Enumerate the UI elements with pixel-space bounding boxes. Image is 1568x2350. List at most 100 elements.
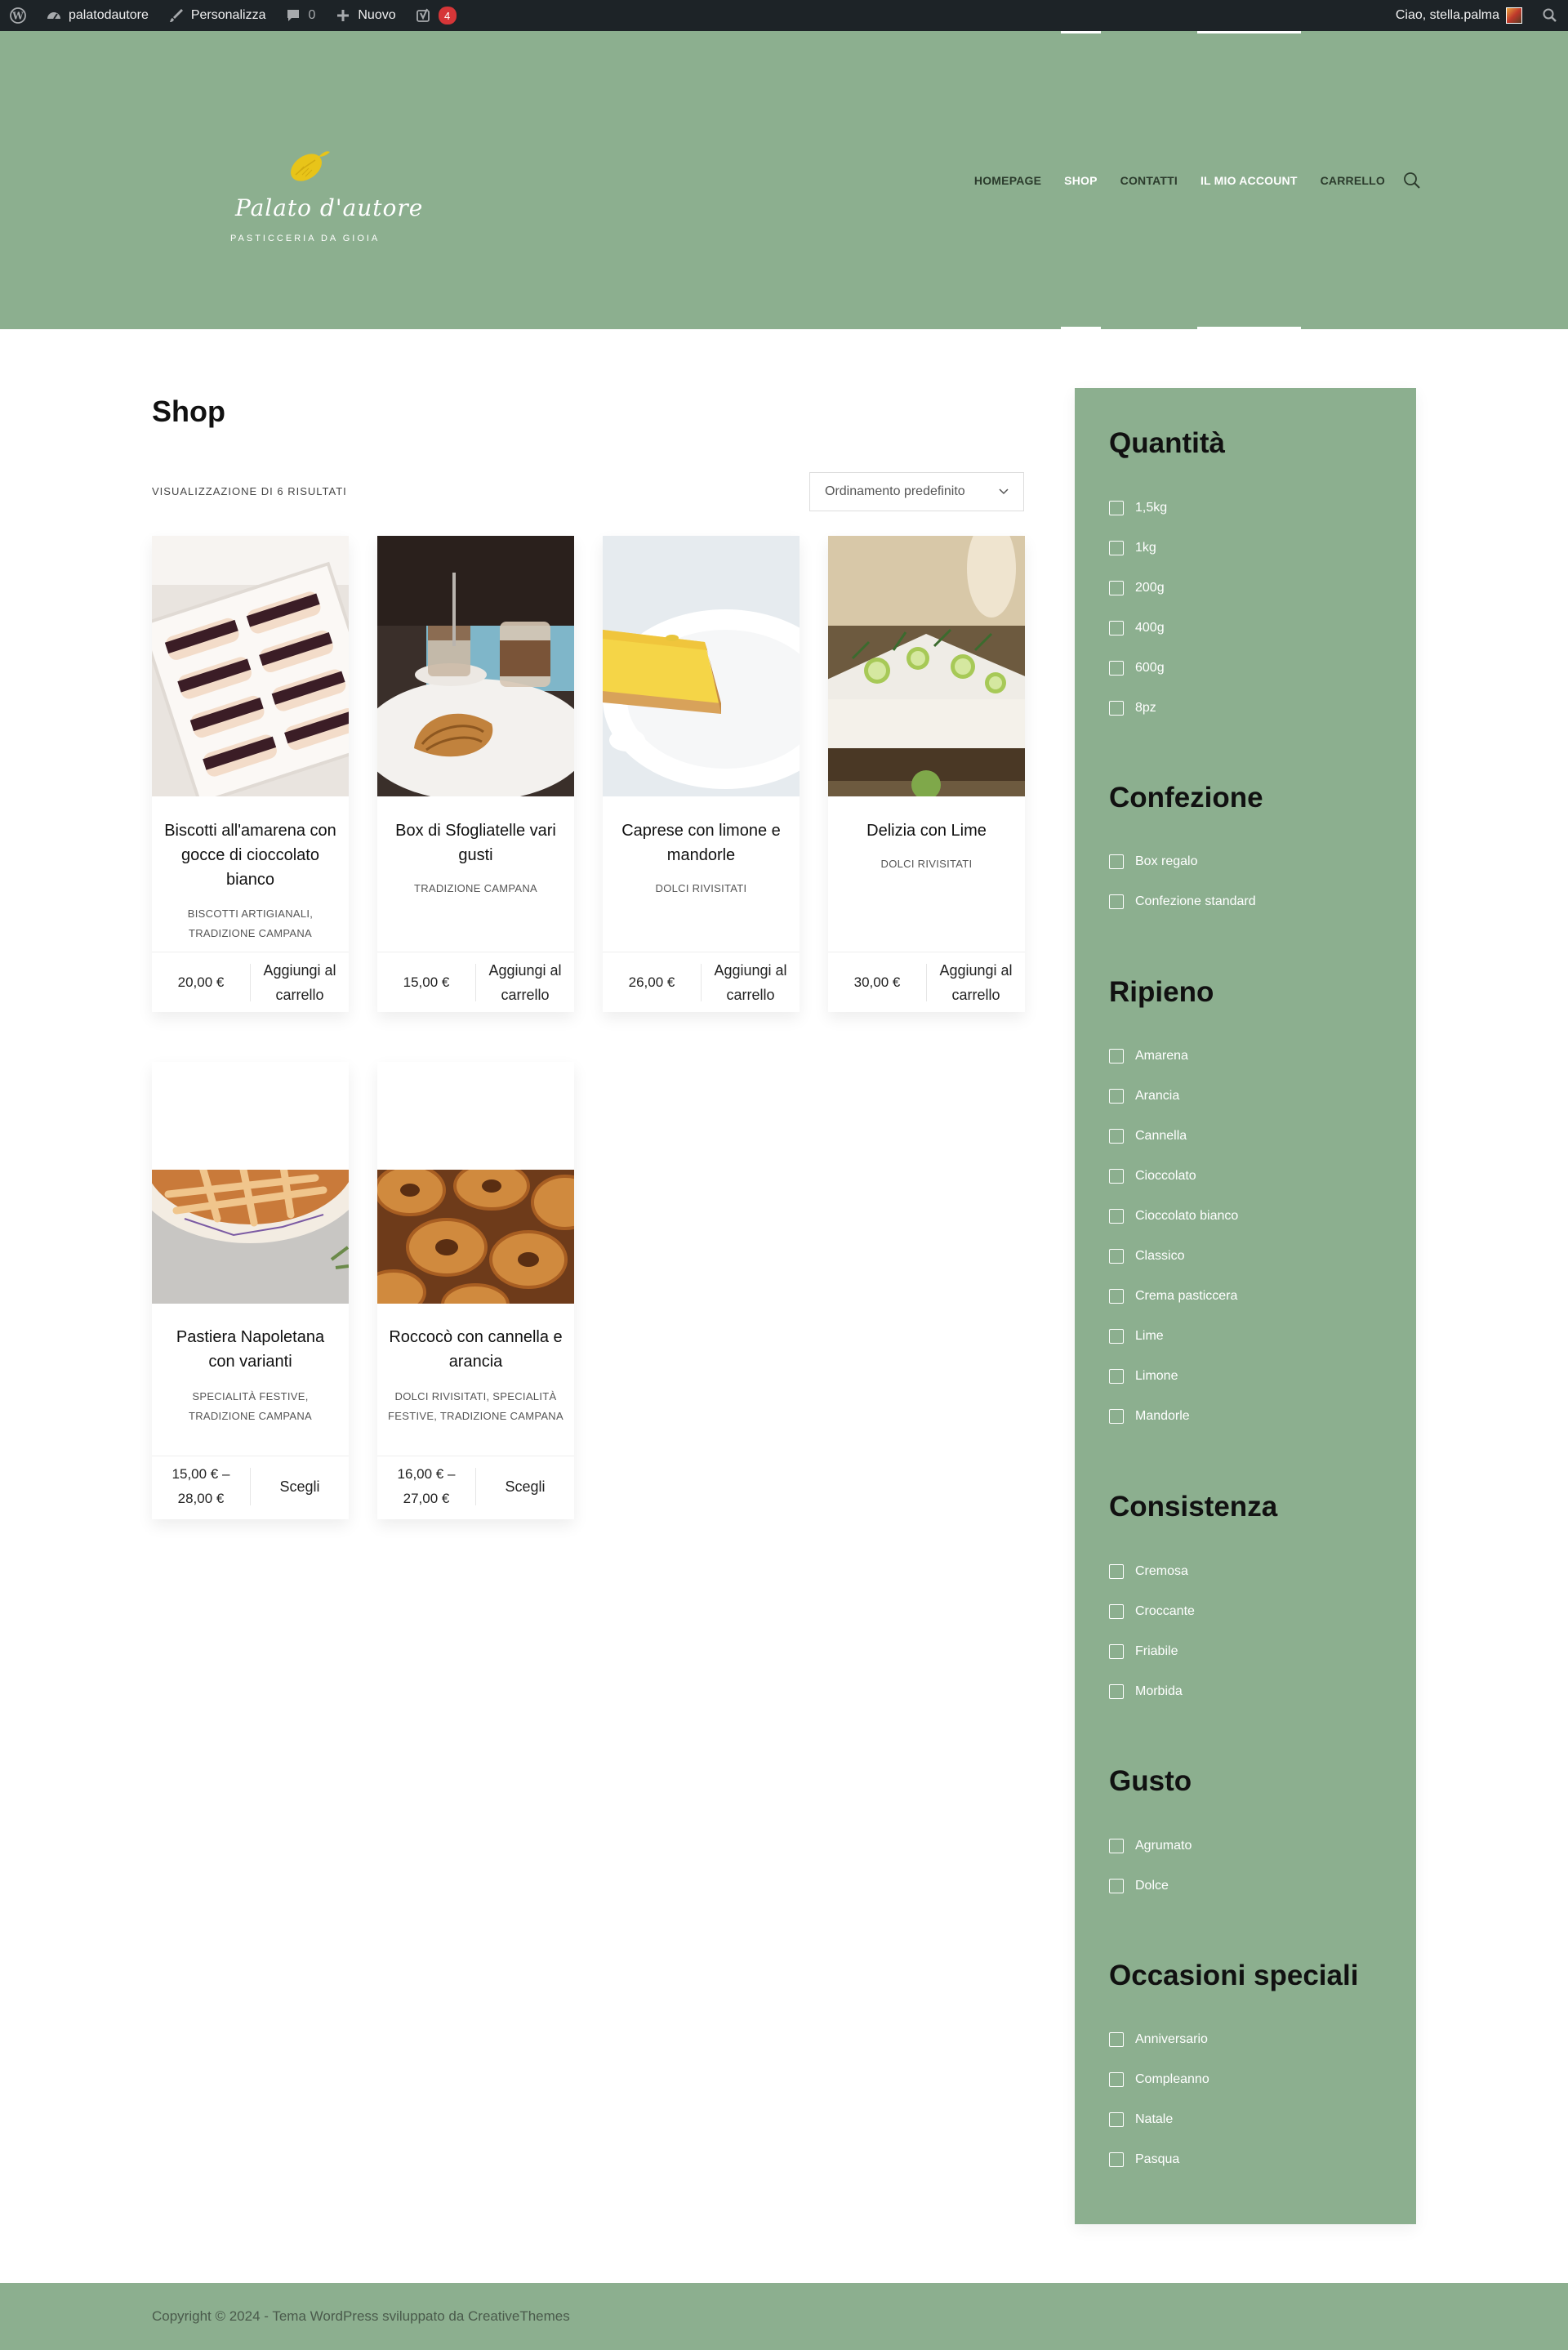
yoast-seo-link[interactable]: 4 xyxy=(406,0,466,31)
checkbox[interactable] xyxy=(1109,1329,1124,1344)
filter-option[interactable]: Arancia xyxy=(1109,1089,1179,1104)
checkbox[interactable] xyxy=(1109,2032,1124,2047)
filter-option[interactable]: Natale xyxy=(1109,2112,1173,2127)
nav-contatti[interactable]: CONTATTI xyxy=(1109,31,1189,329)
add-to-cart-button[interactable]: Aggiungi al carrello xyxy=(476,958,574,1007)
nav-shop[interactable]: SHOP xyxy=(1053,31,1108,329)
filter-option[interactable]: Lime xyxy=(1109,1329,1164,1344)
checkbox[interactable] xyxy=(1109,854,1124,869)
filter-option[interactable]: Cioccolato xyxy=(1109,1169,1196,1184)
nav-mio-account[interactable]: IL MIO ACCOUNT xyxy=(1189,31,1309,329)
filter-option[interactable]: 1kg xyxy=(1109,541,1156,555)
header-search-button[interactable] xyxy=(1403,172,1421,190)
filter-option[interactable]: 1,5kg xyxy=(1109,501,1167,515)
checkbox[interactable] xyxy=(1109,1684,1124,1699)
filter-option[interactable]: Amarena xyxy=(1109,1049,1188,1064)
filter-option[interactable]: 600g xyxy=(1109,661,1165,676)
checkbox[interactable] xyxy=(1109,701,1124,716)
product-card[interactable]: Caprese con limone e mandorle DOLCI RIVI… xyxy=(603,536,800,1012)
site-name-link[interactable]: palatodautore xyxy=(36,0,158,31)
product-card[interactable]: Pastiera Napoletana con varianti SPECIAL… xyxy=(152,1062,349,1519)
checkbox[interactable] xyxy=(1109,1089,1124,1104)
filter-option[interactable]: Crema pasticcera xyxy=(1109,1289,1237,1304)
checkbox[interactable] xyxy=(1109,1644,1124,1659)
product-image[interactable] xyxy=(377,1170,574,1304)
checkbox[interactable] xyxy=(1109,1129,1124,1144)
filter-option[interactable]: Cioccolato bianco xyxy=(1109,1209,1238,1224)
filter-option[interactable]: Agrumato xyxy=(1109,1839,1192,1853)
product-image[interactable] xyxy=(152,1170,349,1304)
add-to-cart-button[interactable]: Aggiungi al carrello xyxy=(251,958,349,1007)
filter-option[interactable]: Anniversario xyxy=(1109,2032,1208,2047)
product-image[interactable] xyxy=(152,536,349,796)
checkbox[interactable] xyxy=(1109,1879,1124,1893)
filter-option[interactable]: Dolce xyxy=(1109,1879,1169,1893)
checkbox[interactable] xyxy=(1109,621,1124,635)
product-categories[interactable]: BISCOTTI ARTIGIANALI, TRADIZIONE CAMPANA xyxy=(158,904,342,943)
product-categories[interactable]: DOLCI RIVISITATI xyxy=(609,879,793,899)
site-logo[interactable]: Palato d'autore PASTICCERIA DA GIOIA xyxy=(230,137,422,252)
product-categories[interactable]: DOLCI RIVISITATI xyxy=(835,854,1018,874)
product-card[interactable]: Biscotti all'amarena con gocce di ciocco… xyxy=(152,536,349,1012)
product-title[interactable]: Caprese con limone e mandorle xyxy=(614,818,788,867)
checkbox[interactable] xyxy=(1109,1209,1124,1224)
filter-option[interactable]: Croccante xyxy=(1109,1604,1195,1619)
filter-option[interactable]: 400g xyxy=(1109,621,1165,635)
filter-option[interactable]: 200g xyxy=(1109,581,1165,595)
checkbox[interactable] xyxy=(1109,1289,1124,1304)
filter-option[interactable]: Morbida xyxy=(1109,1684,1183,1699)
product-card[interactable]: Box di Sfogliatelle vari gusti TRADIZION… xyxy=(377,536,574,1012)
checkbox[interactable] xyxy=(1109,541,1124,555)
user-account-link[interactable]: Ciao, stella.palma xyxy=(1386,0,1532,31)
checkbox[interactable] xyxy=(1109,1369,1124,1384)
product-title[interactable]: Delizia con Lime xyxy=(840,818,1013,843)
orderby-select[interactable]: Ordinamento predefinito xyxy=(809,472,1024,511)
filter-option[interactable]: Limone xyxy=(1109,1369,1178,1384)
filter-option[interactable]: Pasqua xyxy=(1109,2152,1179,2167)
filter-option[interactable]: Classico xyxy=(1109,1249,1184,1264)
product-title[interactable]: Box di Sfogliatelle vari gusti xyxy=(389,818,563,867)
admin-search-button[interactable] xyxy=(1532,0,1568,31)
product-card[interactable]: Roccocò con cannella e arancia DOLCI RIV… xyxy=(377,1062,574,1519)
nav-homepage[interactable]: HOMEPAGE xyxy=(963,31,1053,329)
add-to-cart-button[interactable]: Aggiungi al carrello xyxy=(927,958,1025,1007)
filter-option[interactable]: Box regalo xyxy=(1109,854,1198,869)
checkbox[interactable] xyxy=(1109,1564,1124,1579)
nav-carrello[interactable]: CARRELLO xyxy=(1309,31,1396,329)
product-card[interactable]: Delizia con Lime DOLCI RIVISITATI 30,00 … xyxy=(828,536,1025,1012)
product-title[interactable]: Biscotti all'amarena con gocce di ciocco… xyxy=(163,818,337,892)
checkbox[interactable] xyxy=(1109,1049,1124,1064)
checkbox[interactable] xyxy=(1109,581,1124,595)
new-content-link[interactable]: Nuovo xyxy=(325,0,405,31)
filter-option[interactable]: Cannella xyxy=(1109,1129,1187,1144)
checkbox[interactable] xyxy=(1109,661,1124,676)
filter-option[interactable]: Mandorle xyxy=(1109,1409,1190,1424)
checkbox[interactable] xyxy=(1109,501,1124,515)
product-image[interactable] xyxy=(828,536,1025,796)
product-categories[interactable]: TRADIZIONE CAMPANA xyxy=(384,879,568,899)
product-title[interactable]: Pastiera Napoletana con varianti xyxy=(163,1325,337,1374)
filter-option[interactable]: Friabile xyxy=(1109,1644,1178,1659)
customize-link[interactable]: Personalizza xyxy=(158,0,276,31)
checkbox[interactable] xyxy=(1109,894,1124,909)
product-categories[interactable]: SPECIALITÀ FESTIVE, TRADIZIONE CAMPANA xyxy=(158,1387,342,1426)
wordpress-logo-button[interactable]: W xyxy=(0,0,36,31)
checkbox[interactable] xyxy=(1109,2152,1124,2167)
filter-option[interactable]: Confezione standard xyxy=(1109,894,1256,909)
checkbox[interactable] xyxy=(1109,2072,1124,2087)
product-image[interactable] xyxy=(377,536,574,796)
checkbox[interactable] xyxy=(1109,1249,1124,1264)
select-options-button[interactable]: Scegli xyxy=(476,1474,574,1499)
checkbox[interactable] xyxy=(1109,1409,1124,1424)
checkbox[interactable] xyxy=(1109,1169,1124,1184)
checkbox[interactable] xyxy=(1109,1839,1124,1853)
product-title[interactable]: Roccocò con cannella e arancia xyxy=(389,1325,563,1374)
checkbox[interactable] xyxy=(1109,1604,1124,1619)
product-image[interactable] xyxy=(603,536,800,796)
filter-option[interactable]: Compleanno xyxy=(1109,2072,1209,2087)
select-options-button[interactable]: Scegli xyxy=(251,1474,349,1499)
filter-option[interactable]: Cremosa xyxy=(1109,1564,1188,1579)
checkbox[interactable] xyxy=(1109,2112,1124,2127)
comments-link[interactable]: 0 xyxy=(275,0,325,31)
product-categories[interactable]: DOLCI RIVISITATI, SPECIALITÀ FESTIVE, TR… xyxy=(384,1387,568,1426)
